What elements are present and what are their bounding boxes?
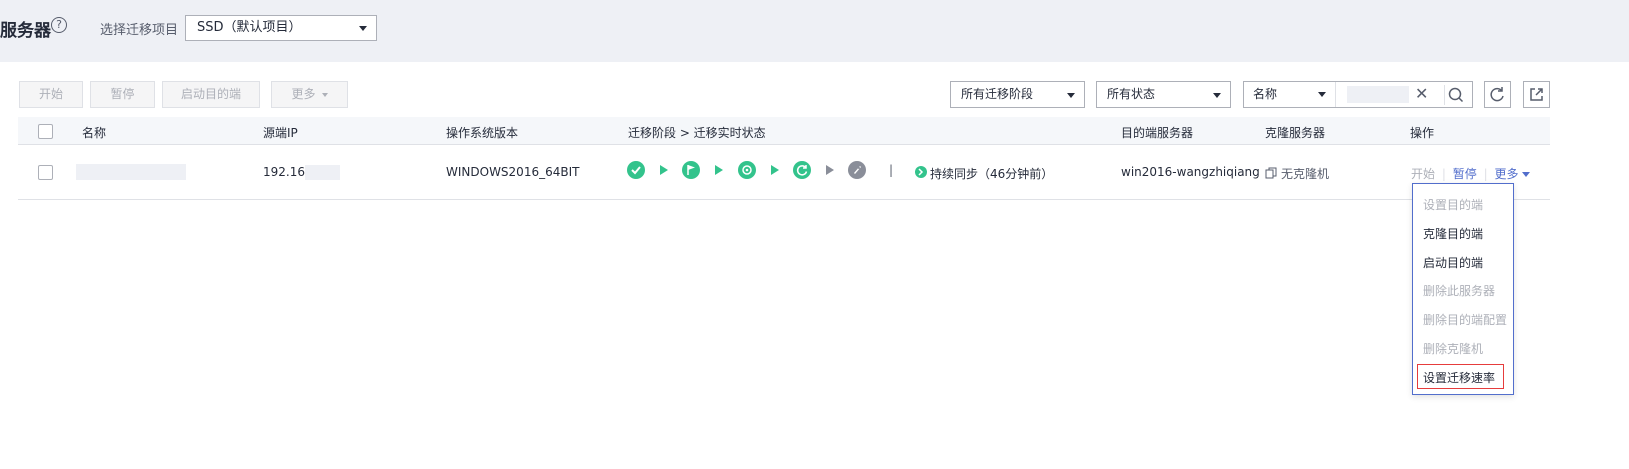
menu-item-clone-target[interactable]: 克隆目的端 xyxy=(1423,225,1483,242)
page-title: 服务器 xyxy=(0,21,51,41)
stage-arrow-icon xyxy=(715,165,723,175)
chevron-down-icon xyxy=(1213,93,1221,98)
search-field-value: 名称 xyxy=(1253,87,1278,101)
stage-arrow-icon xyxy=(771,165,779,175)
stage-filter-select[interactable]: 所有迁移阶段 xyxy=(950,81,1085,108)
export-icon xyxy=(1530,88,1543,101)
source-ip-redacted xyxy=(305,165,340,180)
stage-separator: | xyxy=(889,163,894,177)
column-header-target: 目的端服务器 xyxy=(1121,126,1194,140)
sync-icon xyxy=(738,161,756,179)
stage-arrow-icon xyxy=(826,165,834,175)
project-label: 选择迁移项目 xyxy=(100,23,179,38)
sync-status-text: 持续同步（46分钟前） xyxy=(930,167,1054,181)
menu-item-delete-server[interactable]: 删除此服务器 xyxy=(1423,282,1495,299)
clear-icon[interactable]: ✕ xyxy=(1415,85,1428,103)
stage-filter-value: 所有迁移阶段 xyxy=(961,87,1034,101)
row-start-link[interactable]: 开始 xyxy=(1411,167,1435,181)
chevron-down-icon xyxy=(321,92,328,97)
help-icon[interactable]: ? xyxy=(51,17,67,33)
target-server: win2016-wangzhiqiang xyxy=(1121,165,1260,179)
menu-item-delete-target-config[interactable]: 删除目的端配置 xyxy=(1423,311,1507,328)
column-header-os: 操作系统版本 xyxy=(446,126,519,140)
os-version: WINDOWS2016_64BIT xyxy=(446,165,580,179)
refresh-icon xyxy=(1490,87,1504,102)
chevron-down-icon xyxy=(1318,92,1326,97)
launch-target-button[interactable]: 启动目的端 xyxy=(162,81,260,108)
chevron-down-icon xyxy=(1522,172,1531,177)
more-button[interactable]: 更多 xyxy=(271,81,348,108)
copy-icon xyxy=(1265,167,1277,179)
search-box: 名称 ✕ xyxy=(1243,81,1473,108)
highlight-box xyxy=(1417,364,1504,389)
refresh-icon xyxy=(793,161,811,179)
column-header-actions: 操作 xyxy=(1410,126,1435,140)
chevron-down-icon xyxy=(359,26,367,31)
menu-item-delete-clone[interactable]: 删除克隆机 xyxy=(1423,340,1483,357)
menu-item-set-target[interactable]: 设置目的端 xyxy=(1423,196,1483,213)
menu-item-launch-target[interactable]: 启动目的端 xyxy=(1423,254,1483,271)
project-select[interactable]: SSD（默认项目） xyxy=(185,15,377,41)
column-header-name: 名称 xyxy=(82,126,107,140)
row-more-label: 更多 xyxy=(1494,167,1519,181)
rocket-icon xyxy=(848,161,866,179)
table-header: 名称 源端IP 操作系统版本 迁移阶段 > 迁移实时状态 目的端服务器 克隆服务… xyxy=(18,117,1550,145)
chevron-down-icon xyxy=(1067,93,1075,98)
action-divider: | xyxy=(1441,167,1446,181)
header-bar: 服务器 ? 选择迁移项目 SSD（默认项目） xyxy=(0,0,1629,62)
check-icon xyxy=(627,161,645,179)
clone-server-text: 无克隆机 xyxy=(1281,167,1330,181)
status-filter-value: 所有状态 xyxy=(1107,87,1156,101)
status-filter-select[interactable]: 所有状态 xyxy=(1096,81,1231,108)
column-header-stage: 迁移阶段 > 迁移实时状态 xyxy=(628,126,766,140)
search-icon[interactable] xyxy=(1444,85,1464,105)
column-header-source-ip: 源端IP xyxy=(263,126,298,140)
project-select-value: SSD（默认项目） xyxy=(197,20,302,35)
row-pause-link[interactable]: 暂停 xyxy=(1453,167,1477,181)
start-button[interactable]: 开始 xyxy=(19,81,83,108)
column-header-clone: 克隆服务器 xyxy=(1265,126,1326,140)
flag-icon xyxy=(682,161,700,179)
refresh-button[interactable] xyxy=(1484,81,1511,108)
row-more-link[interactable]: 更多 xyxy=(1494,167,1531,181)
select-all-checkbox[interactable] xyxy=(38,124,53,139)
stage-arrow-icon xyxy=(660,165,668,175)
export-button[interactable] xyxy=(1523,81,1550,108)
pause-button[interactable]: 暂停 xyxy=(90,81,155,108)
more-button-label: 更多 xyxy=(291,87,316,101)
sync-status-icon xyxy=(915,166,927,178)
table-row: 192.168 WINDOWS2016_64BIT | 持续同步（46分钟前） … xyxy=(18,145,1550,200)
search-input[interactable] xyxy=(1347,86,1409,103)
server-name-redacted[interactable] xyxy=(76,164,186,180)
action-divider: | xyxy=(1483,167,1488,181)
row-checkbox[interactable] xyxy=(38,165,53,180)
search-field-select[interactable]: 名称 xyxy=(1244,82,1336,107)
clone-server: 无克隆机 xyxy=(1265,165,1329,182)
row-actions: 开始 | 暂停 | 更多 xyxy=(1411,165,1531,182)
